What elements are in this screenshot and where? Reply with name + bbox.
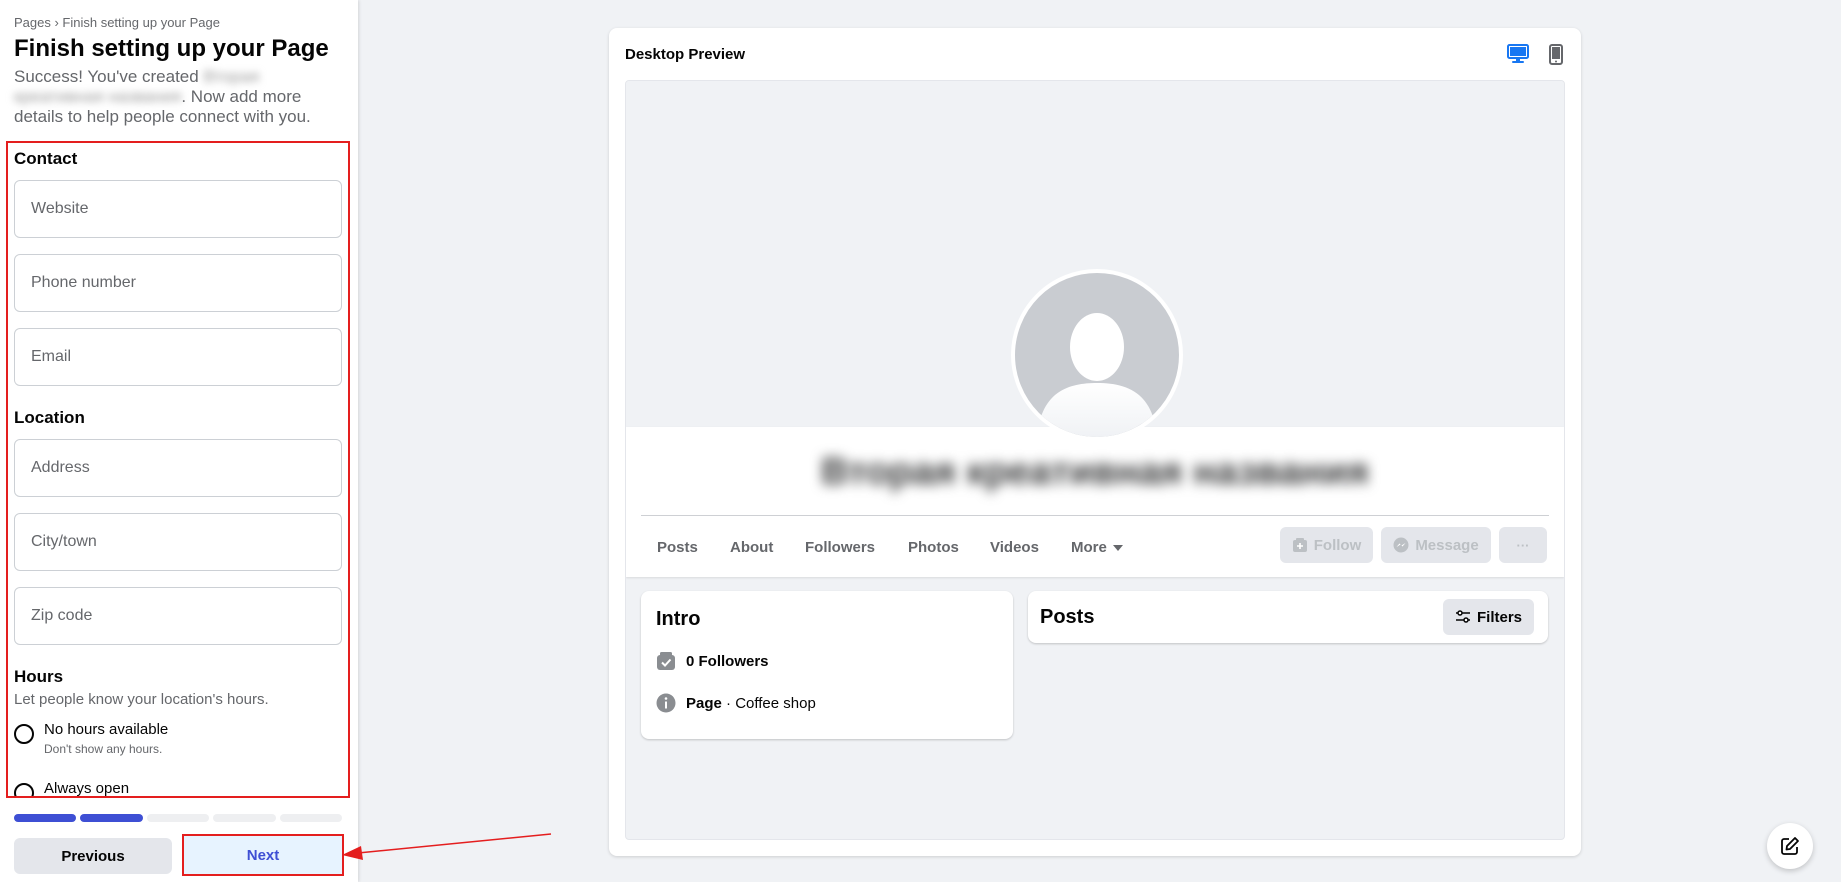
city-input[interactable] xyxy=(15,514,341,570)
progress-segment xyxy=(14,814,77,822)
tab-about[interactable]: About xyxy=(730,539,773,556)
info-icon xyxy=(656,693,676,713)
address-input[interactable] xyxy=(15,440,341,496)
page-category-row: Page · Coffee shop xyxy=(656,693,816,713)
posts-card: Posts Filters xyxy=(1028,591,1548,643)
more-dots-icon: ··· xyxy=(1516,537,1530,553)
hours-description: Let people know your location's hours. xyxy=(14,691,269,708)
success-message: Success! You've created Вторая креативна… xyxy=(14,67,344,127)
setup-panel: Pages › Finish setting up your Page Fini… xyxy=(0,0,358,882)
intro-card: Intro 0 Followers Page · Coffee shop xyxy=(641,591,1013,739)
messenger-icon xyxy=(1393,537,1409,553)
follow-icon xyxy=(1292,538,1307,552)
radio-no-hours[interactable]: No hours available Don't show any hours. xyxy=(14,721,168,757)
radio-label: Always open xyxy=(44,780,130,797)
message-label: Message xyxy=(1415,536,1479,554)
phone-field xyxy=(14,254,342,312)
page-label: Page xyxy=(686,694,722,712)
tab-posts[interactable]: Posts xyxy=(657,539,698,556)
filters-button[interactable]: Filters xyxy=(1443,599,1534,635)
more-actions-button[interactable]: ··· xyxy=(1499,527,1547,563)
breadcrumb[interactable]: Pages › Finish setting up your Page xyxy=(14,15,220,30)
preview-title: Desktop Preview xyxy=(625,46,746,63)
followers-count: 0 Followers xyxy=(686,652,769,670)
tab-videos[interactable]: Videos xyxy=(990,539,1039,556)
header-divider xyxy=(641,515,1549,516)
progress-segment xyxy=(146,814,210,822)
email-input[interactable] xyxy=(15,329,341,385)
zip-field xyxy=(14,587,342,645)
tab-more-label: More xyxy=(1071,539,1107,556)
radio-sublabel: Don't show any hours. xyxy=(44,742,163,756)
radio-circle-icon[interactable] xyxy=(14,783,34,796)
compose-edit-icon xyxy=(1781,837,1799,855)
phone-input[interactable] xyxy=(15,255,341,311)
followers-row: 0 Followers xyxy=(656,651,769,671)
preview-page-name: Вторая креативная названия xyxy=(821,451,1369,493)
followers-check-icon xyxy=(657,652,675,670)
next-button[interactable]: Next xyxy=(182,834,344,876)
profile-picture-avatar xyxy=(1011,269,1183,441)
compose-button[interactable] xyxy=(1767,823,1813,869)
page-title: Finish setting up your Page xyxy=(14,35,329,62)
details-form[interactable]: Contact Location Hours Let people know y… xyxy=(6,141,350,798)
message-button[interactable]: Message xyxy=(1381,527,1491,563)
progress-segment xyxy=(279,814,343,822)
filters-sliders-icon xyxy=(1455,610,1470,623)
step-progress-bar xyxy=(14,814,343,822)
page-preview-canvas: Вторая креативная названия Posts About F… xyxy=(625,80,1565,840)
filters-label: Filters xyxy=(1476,608,1522,626)
email-field xyxy=(14,328,342,386)
intro-title: Intro xyxy=(656,608,701,630)
progress-segment xyxy=(80,814,143,822)
default-person-icon xyxy=(1037,313,1157,437)
website-input[interactable] xyxy=(15,181,341,237)
annotation-arrow-icon xyxy=(342,833,552,860)
hours-heading: Hours xyxy=(14,667,64,686)
page-category: · Coffee shop xyxy=(721,694,816,712)
radio-always-open[interactable]: Always open xyxy=(14,780,130,797)
desktop-preview-card: Desktop Preview Вторая креативная назван… xyxy=(609,28,1581,856)
city-field xyxy=(14,513,342,571)
mobile-device-icon[interactable] xyxy=(1549,44,1563,65)
caret-down-icon xyxy=(1112,544,1123,551)
radio-label: No hours available xyxy=(44,721,169,738)
tab-more[interactable]: More xyxy=(1071,539,1123,556)
radio-circle-icon[interactable] xyxy=(14,724,34,744)
website-field xyxy=(14,180,342,238)
tab-photos[interactable]: Photos xyxy=(908,539,959,556)
success-prefix: Success! You've created xyxy=(14,67,204,86)
posts-title: Posts xyxy=(1040,606,1095,628)
previous-button[interactable]: Previous xyxy=(14,838,172,874)
location-heading: Location xyxy=(14,408,85,427)
follow-label: Follow xyxy=(1313,536,1362,554)
address-field xyxy=(14,439,342,497)
tab-followers[interactable]: Followers xyxy=(805,539,875,556)
desktop-device-icon[interactable] xyxy=(1507,44,1529,64)
zip-input[interactable] xyxy=(15,588,341,644)
follow-button[interactable]: Follow xyxy=(1280,527,1373,563)
contact-heading: Contact xyxy=(14,149,78,168)
progress-segment xyxy=(213,814,276,822)
